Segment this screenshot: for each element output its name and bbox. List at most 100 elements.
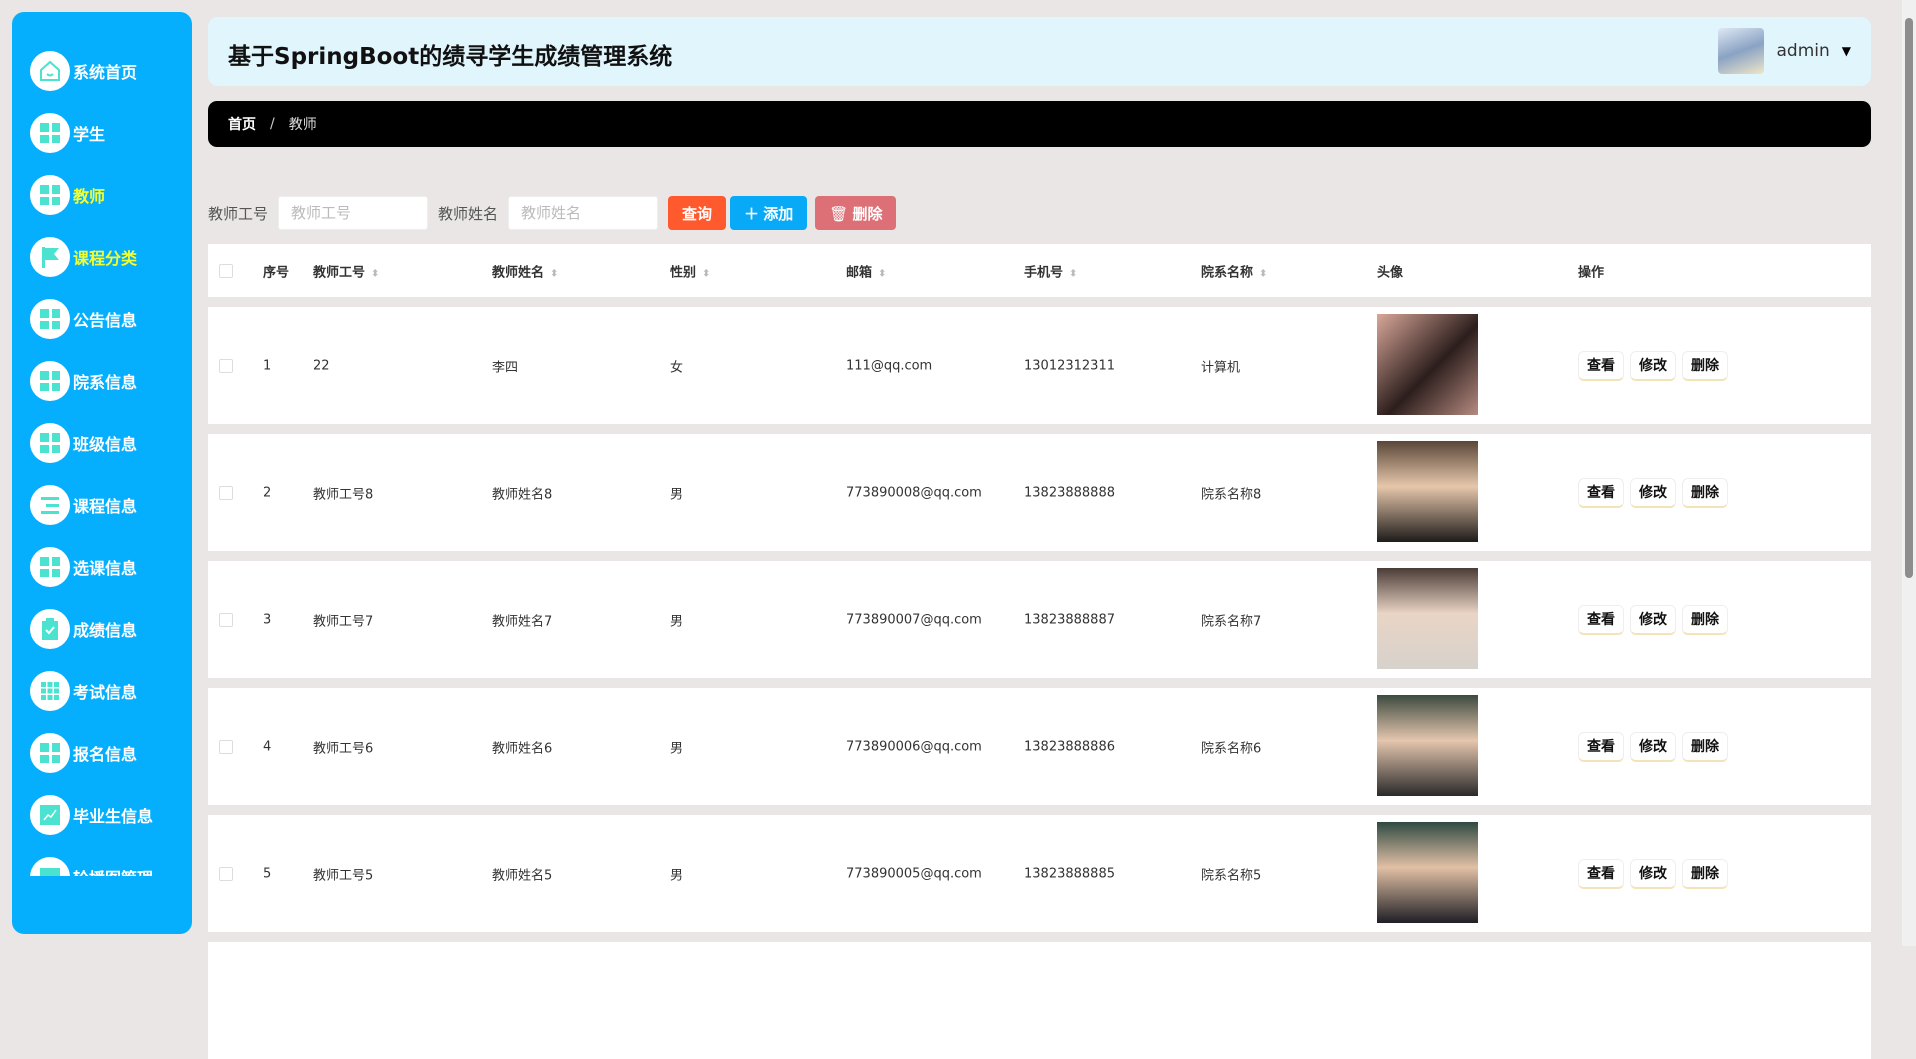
sidebar-item-0[interactable]: 系统首页 — [30, 51, 137, 91]
edit-button[interactable]: 修改 — [1630, 350, 1676, 381]
row-checkbox[interactable] — [219, 612, 233, 627]
view-button[interactable]: 查看 — [1578, 477, 1624, 508]
column-header: 头像 — [1377, 261, 1403, 280]
column-header-label: 教师工号 — [313, 265, 366, 280]
sort-icon[interactable]: ⬍ — [1069, 268, 1077, 279]
sidebar-item-label: 公告信息 — [73, 311, 138, 330]
sidebar-item-10[interactable]: 考试信息 — [30, 671, 137, 711]
sidebar-item-4[interactable]: 公告信息 — [30, 299, 137, 339]
cell-email: 773890008@qq.com — [846, 485, 982, 500]
chart-icon — [30, 795, 70, 835]
column-header: 序号 — [263, 261, 289, 280]
grid-icon — [30, 113, 70, 153]
sidebar-item-label: 考试信息 — [73, 683, 138, 702]
cell-gender: 男 — [670, 868, 684, 883]
row-checkbox[interactable] — [219, 485, 233, 500]
sidebar-item-label: 报名信息 — [73, 745, 138, 764]
column-header[interactable]: 教师姓名 ⬍ — [492, 261, 558, 280]
teacher-name-input[interactable] — [508, 196, 659, 230]
cell-gender: 男 — [670, 614, 684, 629]
row-checkbox[interactable] — [219, 866, 233, 881]
teacher-name-label: 教师姓名 — [438, 204, 499, 223]
column-header-label: 序号 — [263, 265, 290, 280]
delete-button[interactable]: 删除 — [1682, 858, 1728, 889]
view-button[interactable]: 查看 — [1578, 350, 1624, 381]
grid-icon — [30, 299, 70, 339]
cell-id: 教师工号7 — [313, 614, 374, 629]
sidebar-item-12[interactable]: 毕业生信息 — [30, 795, 153, 835]
delete-button[interactable]: 🗑 删除 — [815, 196, 897, 230]
scrollbar[interactable] — [1902, 0, 1916, 946]
cell-dept: 院系名称8 — [1201, 487, 1262, 502]
delete-button[interactable]: 删除 — [1682, 477, 1728, 508]
cell-dept: 院系名称7 — [1201, 614, 1262, 629]
query-button[interactable]: 查询 — [668, 196, 727, 230]
teacher-id-input[interactable] — [278, 196, 429, 230]
sidebar-item-13[interactable]: 轮播图管理 — [30, 857, 153, 876]
user-menu[interactable]: admin ▼ — [1718, 28, 1851, 74]
cell-no: 5 — [263, 866, 272, 881]
table-row: 3 教师工号7 教师姓名7 男 773890007@qq.com 13823888887 院… — [208, 561, 1871, 678]
sidebar-item-label: 轮播图管理 — [73, 865, 153, 876]
column-header[interactable]: 教师工号 ⬍ — [313, 261, 379, 280]
teacher-avatar — [1377, 314, 1478, 415]
sort-icon[interactable]: ⬍ — [702, 268, 710, 279]
sidebar-item-1[interactable]: 学生 — [30, 113, 105, 153]
sidebar-item-6[interactable]: 班级信息 — [30, 423, 137, 463]
sidebar-item-11[interactable]: 报名信息 — [30, 733, 137, 773]
column-header[interactable]: 邮箱 ⬍ — [846, 261, 886, 280]
sort-icon[interactable]: ⬍ — [371, 268, 379, 279]
cell-name: 教师姓名5 — [492, 868, 553, 883]
view-button[interactable]: 查看 — [1578, 604, 1624, 635]
sort-icon[interactable]: ⬍ — [1259, 268, 1267, 279]
cell-no: 3 — [263, 612, 272, 627]
row-checkbox[interactable] — [219, 739, 233, 754]
cell-email: 773890007@qq.com — [846, 612, 982, 627]
cell-no: 4 — [263, 739, 272, 754]
view-button[interactable]: 查看 — [1578, 858, 1624, 889]
cell-phone: 13823888885 — [1024, 866, 1115, 881]
row-checkbox[interactable] — [219, 358, 233, 373]
column-header-label: 头像 — [1377, 265, 1404, 280]
column-header[interactable]: 性别 ⬍ — [670, 261, 710, 280]
sidebar-item-label: 教师 — [73, 187, 106, 206]
cell-gender: 男 — [670, 487, 684, 502]
row-actions: 查看 修改 删除 — [1578, 858, 1728, 889]
cell-dept: 院系名称6 — [1201, 741, 1262, 756]
breadcrumb-home[interactable]: 首页 — [228, 114, 256, 134]
sidebar-item-7[interactable]: 课程信息 — [30, 485, 137, 525]
sidebar-item-3[interactable]: 课程分类 — [30, 237, 137, 277]
column-header[interactable]: 手机号 ⬍ — [1024, 261, 1077, 280]
delete-button[interactable]: 删除 — [1682, 731, 1728, 762]
delete-label: 删除 — [852, 205, 883, 223]
sidebar-item-9[interactable]: 成绩信息 — [30, 609, 137, 649]
teacher-table: 序号 教师工号 ⬍ 教师姓名 ⬍ 性别 ⬍ 邮箱 ⬍ 手机号 ⬍ 院系名称 ⬍ 头像 操作 1 22 李四 女 11… — [208, 244, 1871, 1059]
delete-button[interactable]: 删除 — [1682, 350, 1728, 381]
sidebar-item-8[interactable]: 选课信息 — [30, 547, 137, 587]
add-label: 添加 — [763, 205, 794, 223]
cell-no: 1 — [263, 358, 272, 373]
edit-button[interactable]: 修改 — [1630, 477, 1676, 508]
column-header-label: 教师姓名 — [492, 265, 545, 280]
caret-down-icon: ▼ — [1841, 44, 1851, 58]
add-button[interactable]: ＋ 添加 — [730, 196, 808, 230]
cell-id: 22 — [313, 358, 330, 373]
scrollbar-thumb[interactable] — [1905, 18, 1913, 578]
column-header[interactable]: 院系名称 ⬍ — [1201, 261, 1267, 280]
page-title: 基于SpringBoot的绩寻学生成绩管理系统 — [228, 44, 673, 70]
sidebar-item-5[interactable]: 院系信息 — [30, 361, 137, 401]
cell-email: 111@qq.com — [846, 358, 933, 373]
sort-icon[interactable]: ⬍ — [878, 268, 886, 279]
edit-button[interactable]: 修改 — [1630, 731, 1676, 762]
delete-button[interactable]: 删除 — [1682, 604, 1728, 635]
sort-icon[interactable]: ⬍ — [550, 268, 558, 279]
sidebar-item-2[interactable]: 教师 — [30, 175, 105, 215]
edit-button[interactable]: 修改 — [1630, 604, 1676, 635]
view-button[interactable]: 查看 — [1578, 731, 1624, 762]
sidebar-item-label: 课程分类 — [73, 249, 138, 268]
cell-phone: 13823888886 — [1024, 739, 1115, 754]
trash-icon: 🗑 — [829, 205, 853, 223]
select-all-checkbox[interactable] — [219, 263, 233, 278]
edit-button[interactable]: 修改 — [1630, 858, 1676, 889]
cell-name: 教师姓名8 — [492, 487, 553, 502]
